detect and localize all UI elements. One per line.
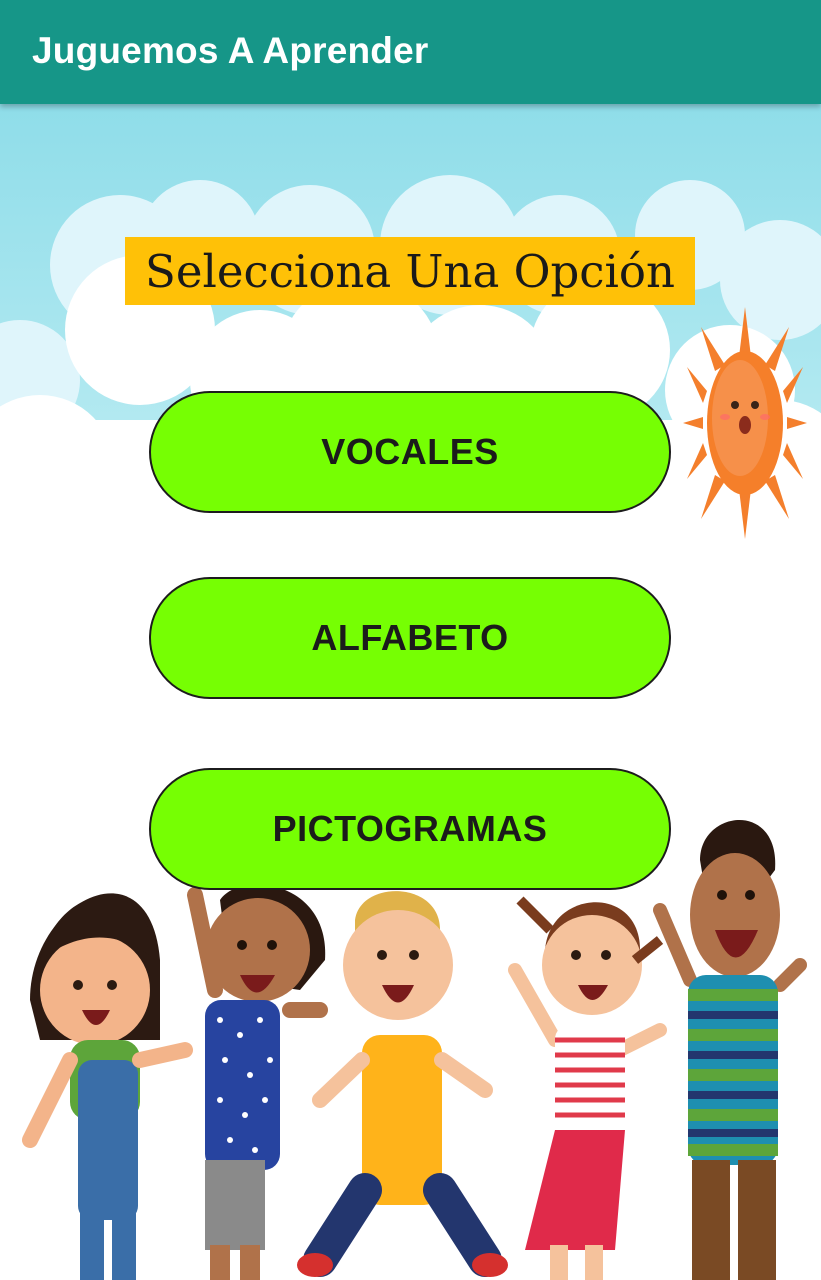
vocales-button[interactable]: VOCALES (149, 391, 671, 513)
page-title: Selecciona Una Opción (145, 244, 675, 298)
app-bar: Juguemos A Aprender (0, 0, 821, 104)
pictogramas-button[interactable]: PICTOGRAMAS (149, 768, 671, 890)
alfabeto-button[interactable]: ALFABETO (149, 577, 671, 699)
app-title: Juguemos A Aprender (32, 30, 429, 71)
heading-banner: Selecciona Una Opción (125, 237, 695, 305)
